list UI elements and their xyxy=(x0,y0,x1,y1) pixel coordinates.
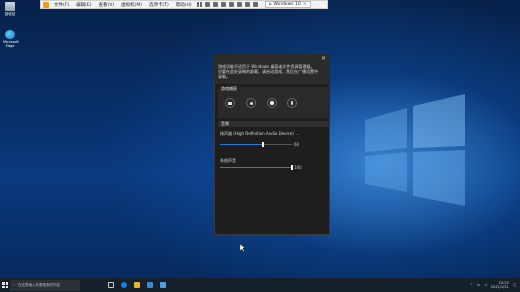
store-icon[interactable] xyxy=(147,282,153,288)
mouse-cursor-icon xyxy=(240,244,245,252)
desktop-icon-recycle-bin[interactable]: 回收站 xyxy=(3,2,17,17)
desktop-icon-edge[interactable]: Microsoft Edge xyxy=(3,30,19,48)
audio-title: 音频 xyxy=(221,121,229,126)
console-icon[interactable] xyxy=(252,2,258,7)
record-last-icon xyxy=(249,101,253,105)
menu-help[interactable]: 帮助(H) xyxy=(174,2,194,8)
close-icon[interactable]: × xyxy=(303,2,307,7)
game-bar-notification: 游戏功能不适用于 Windows 桌面或文件资源管理器。对要在此处录制的屏幕，请… xyxy=(214,54,330,84)
menu-view[interactable]: 查看(V) xyxy=(96,2,116,8)
desktop-icon-label: 回收站 xyxy=(4,12,16,16)
windows-logo-light xyxy=(365,94,465,206)
clock-date: 2021/1/21 xyxy=(490,285,509,289)
notifications-icon[interactable]: ▢ xyxy=(513,283,516,287)
manage-icon[interactable] xyxy=(228,2,234,7)
edge-taskbar-icon[interactable] xyxy=(121,282,127,288)
menu-vm[interactable]: 虚拟机(M) xyxy=(119,2,144,8)
search-placeholder: 在这里输入你要搜索的内容 xyxy=(17,282,60,287)
capture-widget: 游戏捕获 xyxy=(218,86,330,118)
mail-icon[interactable] xyxy=(160,282,166,288)
slider-thumb[interactable] xyxy=(291,165,293,170)
screenshot-button[interactable] xyxy=(225,98,235,108)
recycle-bin-icon xyxy=(5,2,15,11)
notification-text: 游戏功能不适用于 Windows 桌面或文件资源管理器。对要在此处录制的屏幕，请… xyxy=(218,64,318,79)
start-button[interactable] xyxy=(0,278,10,292)
system-volume-slider[interactable] xyxy=(220,165,293,170)
audio-header: 音频 xyxy=(218,121,330,127)
taskbar-search[interactable]: ⌕ 在这里输入你要搜索的内容 xyxy=(10,279,80,291)
volume-icon[interactable]: ◁ xyxy=(484,283,487,287)
menu-edit[interactable]: 编辑(E) xyxy=(74,2,93,8)
edge-icon xyxy=(5,30,15,39)
slider-fill xyxy=(220,144,264,145)
slider-fill xyxy=(220,167,292,168)
system-sound-label: 系统声音 xyxy=(220,158,236,163)
pause-icon[interactable] xyxy=(196,2,202,7)
tab-windows10[interactable]: ⌂ Windows 10 × xyxy=(264,1,311,8)
windows-icon xyxy=(2,282,8,288)
unity-icon[interactable] xyxy=(244,2,250,7)
network-icon[interactable]: ▭ xyxy=(477,283,480,287)
vm-toolbar: 文件(F) 编辑(E) 查看(V) 虚拟机(M) 选项卡(T) 帮助(H) ⌂ … xyxy=(40,0,328,9)
device-volume-slider[interactable] xyxy=(220,142,292,147)
record-icon xyxy=(270,101,274,105)
device-volume-value: 60 xyxy=(294,142,300,147)
clock[interactable]: 15:29 2021/1/21 xyxy=(491,281,509,289)
vm-logo-icon xyxy=(43,1,49,8)
taskbar: ⌕ 在这里输入你要搜索的内容 ^ ▭ ◁ 15:29 2021/1/21 ▢ xyxy=(0,278,520,292)
file-explorer-icon[interactable] xyxy=(134,282,140,288)
system-volume-value: 100 xyxy=(294,165,302,170)
slider-thumb[interactable] xyxy=(262,142,265,147)
fullscreen-icon[interactable] xyxy=(236,2,242,7)
menu-file[interactable]: 文件(F) xyxy=(52,2,71,8)
device-label: 扬声器 (High Definition Audio Device) xyxy=(220,131,294,136)
record-button[interactable] xyxy=(267,98,277,108)
chevron-down-icon[interactable]: ⌄ xyxy=(296,131,299,136)
task-view-icon[interactable] xyxy=(108,282,114,288)
mic-icon xyxy=(291,101,293,105)
menu-tabs[interactable]: 选项卡(T) xyxy=(147,2,171,8)
capture-title: 游戏捕获 xyxy=(221,86,237,91)
snapshot-icon[interactable] xyxy=(212,2,218,7)
send-keys-icon[interactable] xyxy=(204,2,210,7)
close-icon[interactable]: ✕ xyxy=(321,56,326,62)
search-icon: ⌕ xyxy=(13,283,15,287)
record-last-button[interactable] xyxy=(246,98,256,108)
desktop-screen: 文件(F) 编辑(E) 查看(V) 虚拟机(M) 选项卡(T) 帮助(H) ⌂ … xyxy=(0,0,520,292)
chevron-up-icon[interactable]: ^ xyxy=(470,283,473,287)
home-icon: ⌂ xyxy=(268,2,272,7)
desktop-icon-label: Microsoft Edge xyxy=(3,40,19,48)
mic-button[interactable] xyxy=(287,98,297,108)
tab-label: Windows 10 xyxy=(273,2,301,7)
system-tray: ^ ▭ ◁ 15:29 2021/1/21 ▢ xyxy=(470,278,516,292)
revert-icon[interactable] xyxy=(220,2,226,7)
camera-icon xyxy=(228,101,232,105)
